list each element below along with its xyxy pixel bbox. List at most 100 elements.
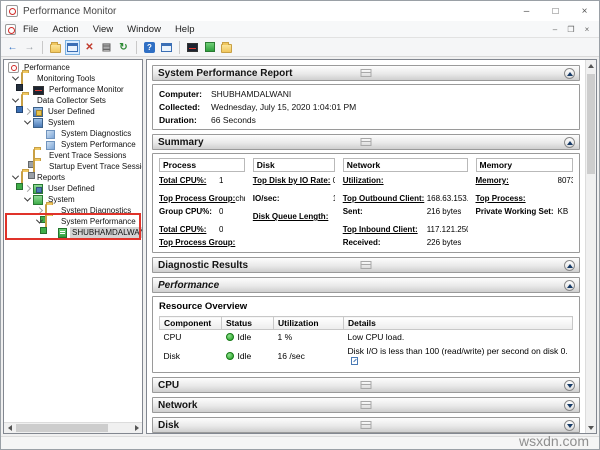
summary-body: Process Total CPU%:1 Top Process Group:c…: [152, 153, 580, 253]
section-header-cpu[interactable]: CPU: [152, 377, 580, 393]
forward-icon[interactable]: →: [22, 40, 37, 55]
table-icon: [361, 261, 372, 269]
app-icon: [6, 5, 18, 17]
start-collector-icon[interactable]: [202, 40, 217, 55]
menu-file[interactable]: File: [16, 22, 45, 37]
section-system-performance-report: System Performance Report Computer:SHUBH…: [152, 65, 580, 130]
back-icon[interactable]: ←: [5, 40, 20, 55]
menu-window[interactable]: Window: [120, 22, 168, 37]
sidebar-item-system-diagnostics-dcs[interactable]: System Diagnostics: [4, 128, 142, 139]
table-row-disk: Disk Idle 16 /sec Disk I/O is less than …: [160, 344, 573, 368]
section-title: CPU: [158, 380, 179, 391]
section-title: Disk: [158, 420, 179, 431]
col-utilization: Utilization: [274, 317, 344, 330]
menu-help[interactable]: Help: [168, 22, 202, 37]
mdi-minimize-icon[interactable]: –: [547, 25, 563, 34]
col-details: Details: [344, 317, 573, 330]
folder-chart-icon: [21, 73, 32, 84]
folder-blue-icon: [21, 95, 32, 106]
scrollbar-thumb[interactable]: [587, 74, 595, 174]
resource-overview-table: Component Status Utilization Details CPU…: [159, 316, 573, 368]
scroll-up-icon[interactable]: [586, 60, 596, 71]
folder-report-icon: [45, 216, 56, 227]
mdi-close-icon[interactable]: ×: [579, 25, 595, 34]
sidebar-item-user-defined-reports[interactable]: User Defined: [4, 183, 142, 194]
menu-action[interactable]: Action: [45, 22, 85, 37]
collapse-button[interactable]: [564, 137, 575, 148]
delete-icon[interactable]: ✕: [82, 40, 97, 55]
section-header-network[interactable]: Network: [152, 397, 580, 413]
mmc-icon: [5, 24, 16, 35]
sidebar-item-system-reports[interactable]: System: [4, 194, 142, 205]
chevron-expanded-icon[interactable]: [9, 73, 21, 84]
sidebar-item-user-defined-dcs[interactable]: User Defined: [4, 106, 142, 117]
status-green-icon: [226, 333, 234, 341]
folder-gear-icon: [33, 161, 44, 172]
sidebar-item-data-collector-sets[interactable]: Data Collector Sets: [4, 95, 142, 106]
chevron-expanded-icon[interactable]: [9, 95, 21, 106]
collapse-button[interactable]: [564, 68, 575, 79]
menu-view[interactable]: View: [86, 22, 120, 37]
collapse-button[interactable]: [564, 280, 575, 291]
report-info: Computer:SHUBHAMDALWANI Collected:Wednes…: [152, 84, 580, 130]
section-cpu: CPU: [152, 377, 580, 393]
table-icon: [361, 138, 372, 146]
user-collector-icon: [33, 107, 43, 117]
sidebar-item-event-trace-sessions[interactable]: Event Trace Sessions: [4, 150, 142, 161]
current-activity-icon[interactable]: [159, 40, 174, 55]
system-report-icon: [33, 195, 43, 205]
sidebar-item-system-dcs[interactable]: System: [4, 117, 142, 128]
scrollbar-thumb[interactable]: [16, 424, 108, 432]
scroll-down-icon[interactable]: [586, 422, 596, 433]
section-title: Summary: [158, 137, 204, 148]
console-tree-toggle-icon[interactable]: [65, 40, 80, 55]
expand-button[interactable]: [564, 420, 575, 431]
mdi-restore-icon[interactable]: ❐: [563, 25, 579, 34]
sidebar-item-system-performance-reports[interactable]: System Performance: [4, 216, 142, 227]
refresh-icon[interactable]: ↻: [116, 40, 131, 55]
chevron-collapsed-icon[interactable]: [33, 205, 45, 216]
table-icon: [361, 401, 372, 409]
scroll-left-icon[interactable]: [4, 423, 15, 433]
sidebar-item-system-performance-dcs[interactable]: System Performance: [4, 139, 142, 150]
duration-label: Duration:: [159, 115, 211, 125]
section-title: System Performance Report: [158, 68, 293, 79]
cube-icon: [46, 130, 55, 139]
sidebar-item-monitoring-tools[interactable]: Monitoring Tools: [4, 73, 142, 84]
expand-button[interactable]: [564, 400, 575, 411]
status-bar: [1, 436, 599, 449]
chevron-expanded-icon[interactable]: [21, 117, 33, 128]
section-header-report[interactable]: System Performance Report: [152, 65, 580, 81]
collapse-button[interactable]: [564, 260, 575, 271]
help-icon[interactable]: ?: [142, 40, 157, 55]
section-header-performance[interactable]: Performance: [152, 277, 580, 293]
resource-overview-title: Resource Overview: [159, 301, 573, 312]
export-list-icon[interactable]: [48, 40, 63, 55]
summary-column-memory: Memory Memory:8073 MB Top Process: Priva…: [476, 158, 574, 248]
user-report-icon: [33, 184, 43, 194]
note-icon[interactable]: [351, 357, 358, 365]
open-log-icon[interactable]: [219, 40, 234, 55]
section-header-diagnostic-results[interactable]: Diagnostic Results: [152, 257, 580, 273]
sidebar-item-system-diagnostics-reports[interactable]: System Diagnostics: [4, 205, 142, 216]
folder-green-icon: [21, 172, 32, 183]
performance-chart-icon[interactable]: [185, 40, 200, 55]
sidebar-item-report-shubhamdalwani[interactable]: SHUBHAMDALWANI_20: [4, 227, 142, 238]
computer-value: SHUBHAMDALWANI: [211, 89, 291, 99]
sidebar-item-reports[interactable]: Reports: [4, 172, 142, 183]
section-header-summary[interactable]: Summary: [152, 134, 580, 150]
section-header-disk[interactable]: Disk: [152, 417, 580, 433]
maximize-icon[interactable]: □: [541, 1, 570, 21]
close-icon[interactable]: ×: [570, 1, 599, 21]
report-vertical-scrollbar[interactable]: [585, 60, 596, 433]
section-disk: Disk: [152, 417, 580, 433]
properties-icon[interactable]: ▤: [99, 40, 114, 55]
minimize-icon[interactable]: –: [512, 1, 541, 21]
chevron-expanded-icon[interactable]: [9, 172, 21, 183]
expand-button[interactable]: [564, 380, 575, 391]
scroll-right-icon[interactable]: [131, 423, 142, 433]
computer-label: Computer:: [159, 89, 211, 99]
tree-horizontal-scrollbar[interactable]: [4, 422, 142, 433]
section-title: Diagnostic Results: [158, 260, 248, 271]
chevron-expanded-icon[interactable]: [21, 194, 33, 205]
